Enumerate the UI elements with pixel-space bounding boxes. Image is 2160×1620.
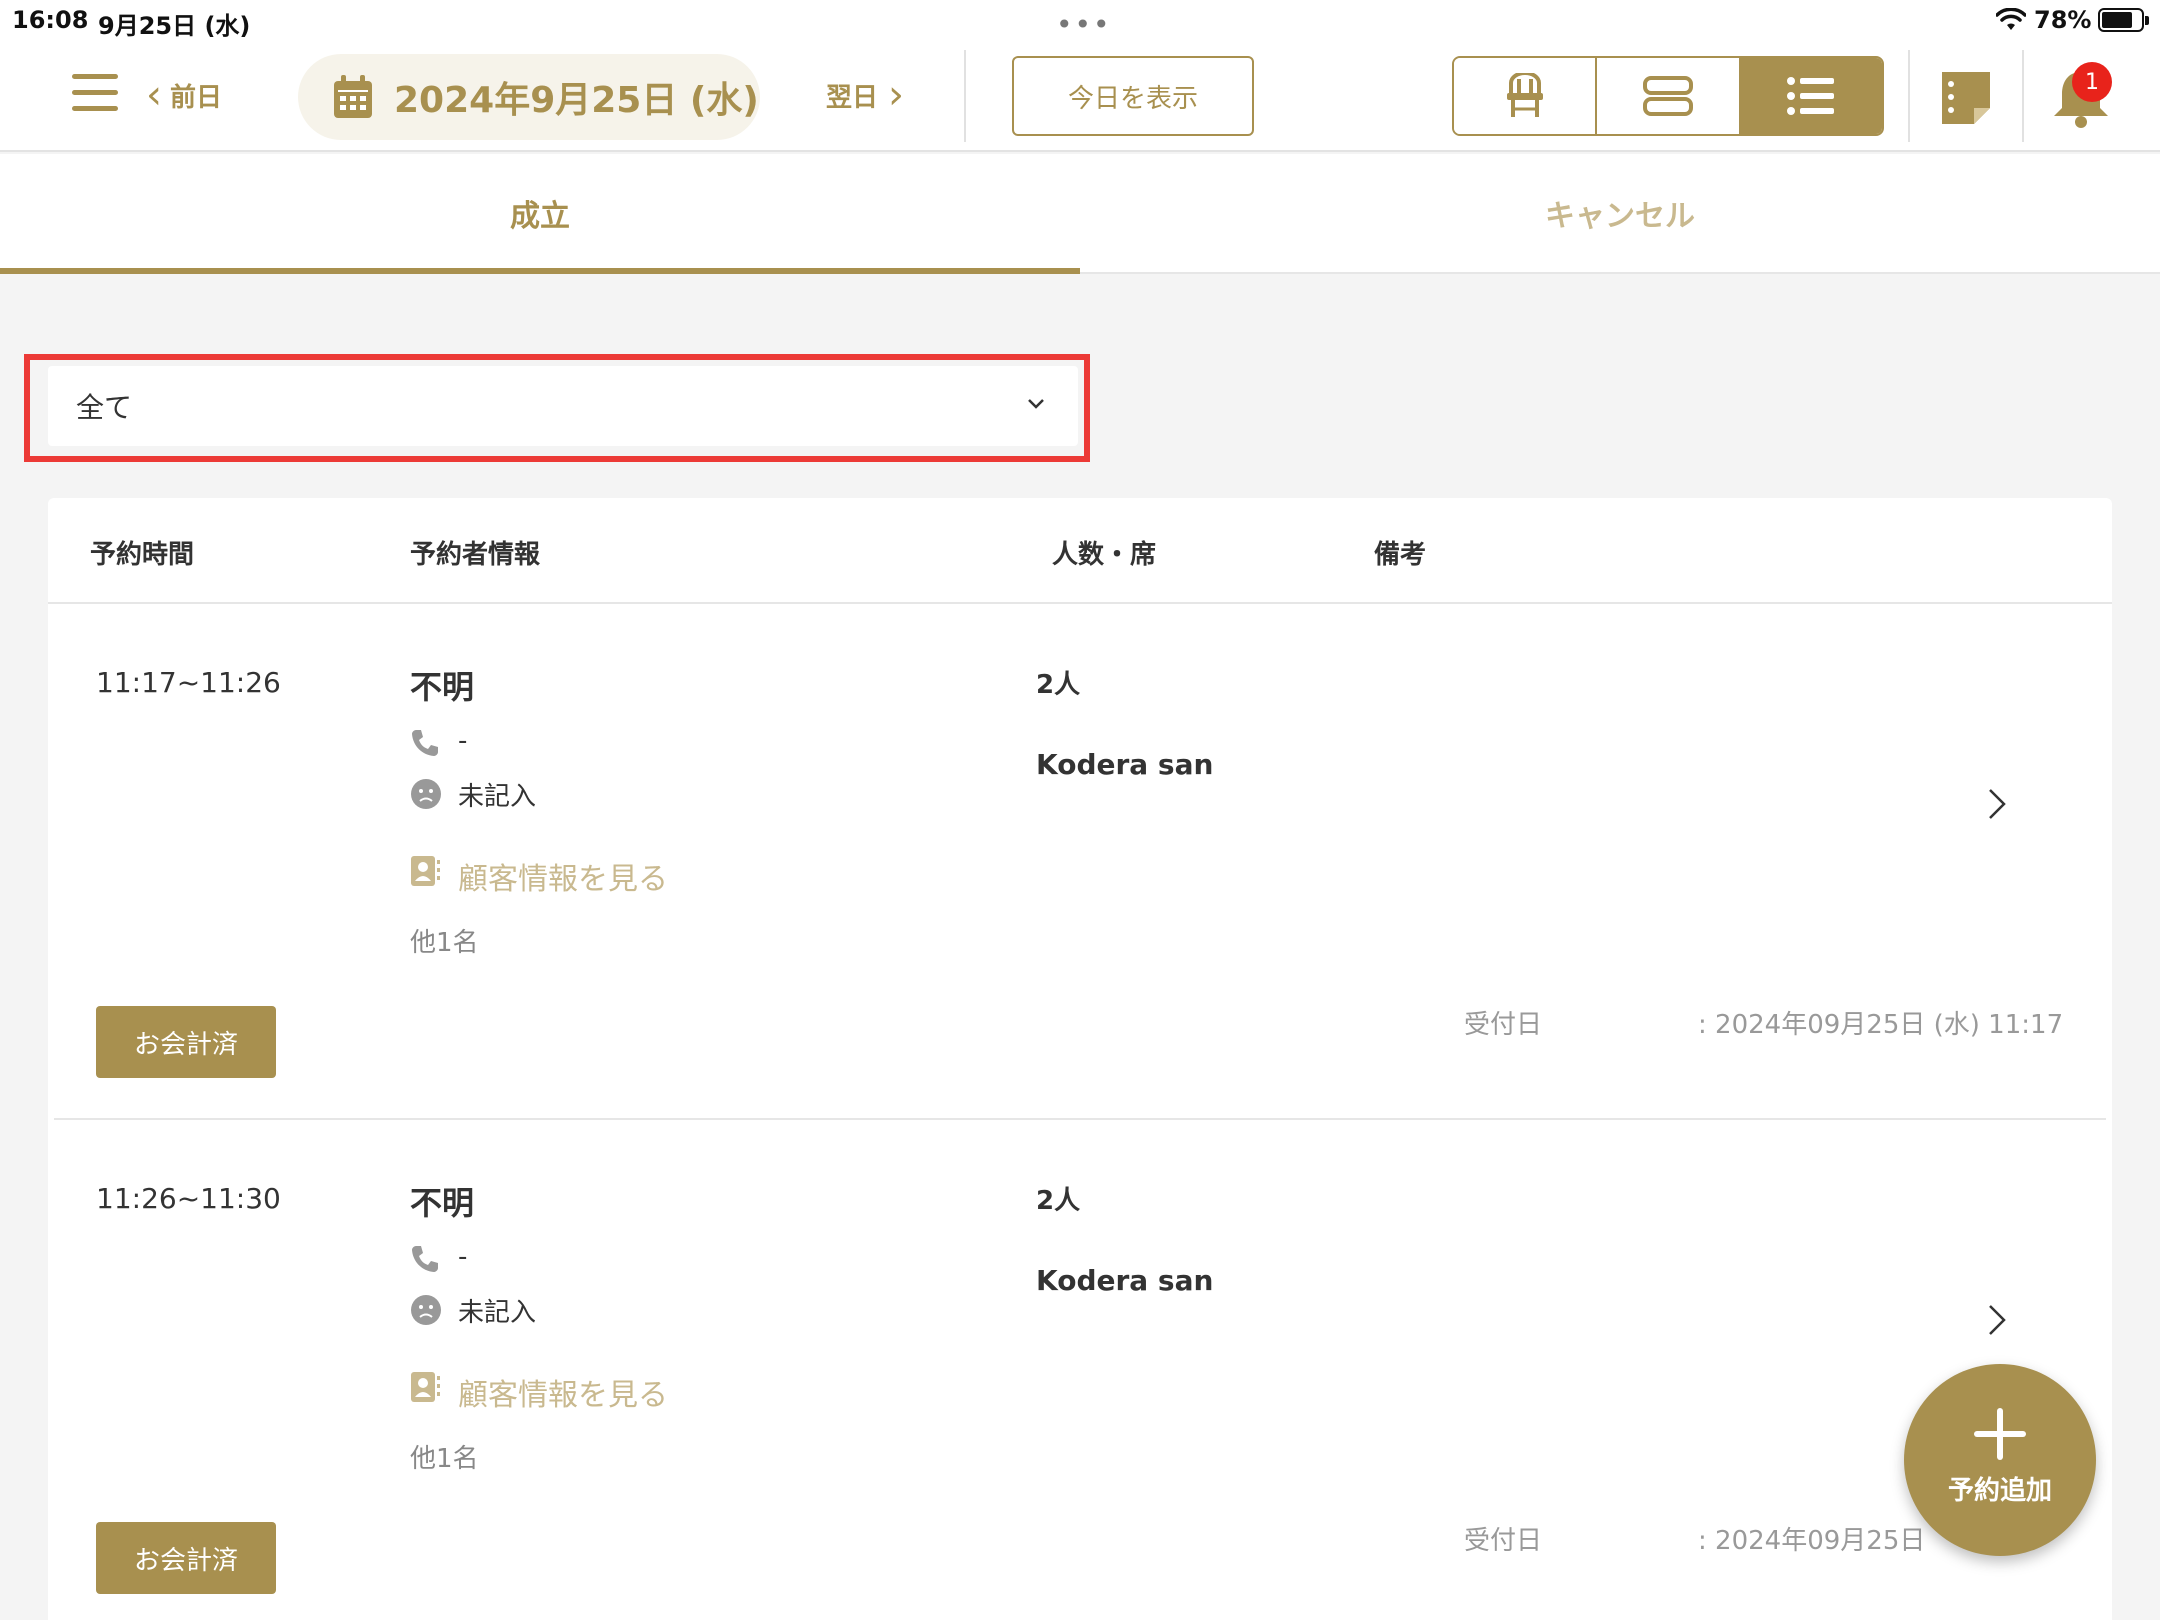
date-picker-button[interactable]: 2024年9月25日 (水) <box>298 54 760 140</box>
prev-day-label: 前日 <box>170 82 223 113</box>
reserver-name: 不明 <box>410 1184 475 1222</box>
memo-icon[interactable] <box>1938 68 1994 126</box>
current-date-title: 2024年9月25日 (水) <box>394 80 759 121</box>
toolbar-divider <box>2022 50 2024 142</box>
chevron-right-icon[interactable] <box>1984 1300 2010 1340</box>
list-icon <box>1787 77 1835 115</box>
filter-select[interactable]: 全て <box>48 366 1078 446</box>
wifi-icon <box>1996 8 2026 30</box>
column-header: 予約者情報 <box>410 540 541 570</box>
chevron-right-icon[interactable] <box>1984 784 2010 824</box>
toolbar-divider <box>964 50 966 142</box>
seat-view-button[interactable] <box>1454 58 1598 134</box>
column-header: 備考 <box>1374 540 1427 570</box>
chevron-down-icon <box>1028 399 1044 409</box>
status-date: 9月25日 (水) <box>98 12 251 40</box>
table-header: 予約時間 予約者情報 人数・席 備考 <box>48 498 2112 604</box>
table-row[interactable]: 11:26~11:30 不明 - 未記入 顧客情報を見る 他1名 2人 Kode… <box>48 1120 2112 1620</box>
unfilled-text: 未記入 <box>458 782 537 812</box>
status-tabs: 成立 キャンセル <box>0 154 2160 274</box>
unfilled-text: 未記入 <box>458 1298 537 1328</box>
chair-icon <box>1506 73 1543 117</box>
received-date-label: 受付日 <box>1464 1526 1543 1556</box>
received-date-value: : 2024年09月25日 <box>1698 1526 1926 1556</box>
reserver-name: 不明 <box>410 668 475 706</box>
paid-status-button[interactable]: お会計済 <box>96 1522 276 1594</box>
sad-face-icon <box>411 1295 441 1325</box>
column-header: 人数・席 <box>1052 540 1157 570</box>
add-reservation-label: 予約追加 <box>1947 1475 2052 1506</box>
table-row[interactable]: 11:17~11:26 不明 - 未記入 顧客情報を見る 他1名 2人 Kode… <box>48 604 2112 1120</box>
reservation-time: 11:26~11:30 <box>96 1182 281 1215</box>
status-time: 16:08 <box>12 6 89 34</box>
chevron-left-icon: ‹ <box>146 72 162 118</box>
table-view-button[interactable] <box>1597 58 1741 134</box>
phone-icon <box>412 1246 438 1272</box>
prev-day-button[interactable]: ‹ 前日 <box>146 70 222 120</box>
phone-number: - <box>458 1242 468 1272</box>
reservation-time: 11:17~11:26 <box>96 666 281 699</box>
contact-card-icon <box>411 1372 440 1402</box>
show-today-button[interactable]: 今日を表示 <box>1012 56 1254 136</box>
multitask-dots[interactable]: ••• <box>1056 8 1112 41</box>
toolbar: ‹ 前日 2024年9月25日 (水) 翌日 › 今日を表示 1 <box>0 42 2160 152</box>
status-bar: 16:08 9月25日 (水) ••• 78% <box>0 0 2160 42</box>
received-date-label: 受付日 <box>1464 1010 1543 1040</box>
other-guests: 他1名 <box>410 928 479 958</box>
battery-icon <box>2098 8 2149 32</box>
staff-name: Kodera san <box>1036 1264 1214 1297</box>
paid-status-button[interactable]: お会計済 <box>96 1006 276 1078</box>
chevron-right-icon: › <box>888 72 905 118</box>
staff-name: Kodera san <box>1036 748 1214 781</box>
list-view-button[interactable] <box>1740 58 1882 134</box>
view-switcher <box>1452 56 1884 136</box>
next-day-label: 翌日 <box>826 82 879 113</box>
phone-number: - <box>458 726 468 756</box>
battery-percent: 78% <box>2034 6 2092 34</box>
table-rows-icon <box>1642 76 1693 116</box>
filter-value: 全て <box>76 391 133 424</box>
view-customer-link[interactable]: 顧客情報を見る <box>458 1370 668 1414</box>
plus-icon <box>1974 1407 2026 1460</box>
party-size: 2人 <box>1036 670 1081 700</box>
reservation-list: 予約時間 予約者情報 人数・席 備考 11:17~11:26 不明 - 未記入 … <box>48 498 2112 1620</box>
received-date-value: : 2024年09月25日 (水) 11:17 <box>1698 1010 2064 1040</box>
sad-face-icon <box>411 779 441 809</box>
contact-card-icon <box>411 856 440 886</box>
tab-confirmed[interactable]: 成立 <box>0 154 1080 274</box>
tab-cancelled[interactable]: キャンセル <box>1080 154 2160 272</box>
add-reservation-button[interactable]: 予約追加 <box>1904 1364 2096 1556</box>
party-size: 2人 <box>1036 1186 1081 1216</box>
column-header: 予約時間 <box>90 540 195 570</box>
other-guests: 他1名 <box>410 1444 479 1474</box>
phone-icon <box>412 730 438 756</box>
toolbar-divider <box>1908 50 1910 142</box>
next-day-button[interactable]: 翌日 › <box>826 70 904 120</box>
calendar-icon <box>334 75 372 118</box>
notification-badge: 1 <box>2072 62 2112 102</box>
view-customer-link[interactable]: 顧客情報を見る <box>458 854 668 898</box>
menu-icon[interactable] <box>72 74 118 116</box>
